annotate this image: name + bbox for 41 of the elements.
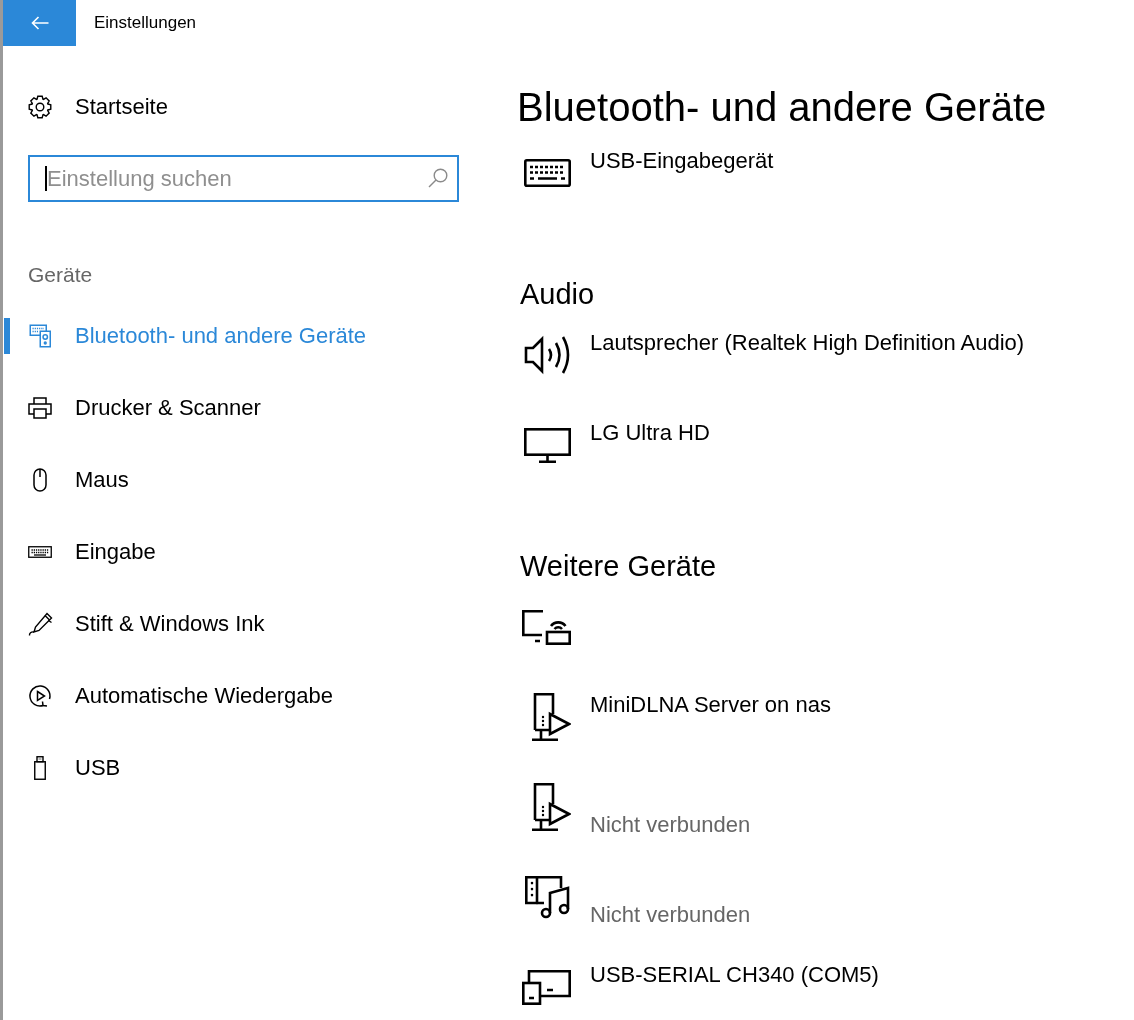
usb-drive-icon bbox=[34, 756, 46, 780]
back-button[interactable] bbox=[3, 0, 76, 46]
nav-item[interactable]: Maus bbox=[4, 462, 474, 498]
nav-item[interactable]: USB bbox=[4, 750, 474, 786]
nav-item[interactable]: Drucker & Scanner bbox=[4, 390, 474, 426]
search-icon[interactable] bbox=[428, 168, 448, 188]
monitor-wireless-icon bbox=[522, 609, 571, 645]
window-title: Einstellungen bbox=[94, 12, 197, 34]
device-item[interactable]: Lautsprecher (Realtek High Definition Audio) bbox=[522, 328, 1082, 388]
media-server-icon bbox=[531, 693, 571, 741]
section-heading: Audio bbox=[520, 277, 595, 312]
monitor-icon bbox=[524, 427, 571, 463]
device-item[interactable]: USB-SERIAL CH340 (COM5) bbox=[522, 960, 1082, 1020]
back-arrow-icon bbox=[30, 16, 49, 30]
nav-item[interactable]: Eingabe bbox=[4, 534, 474, 570]
media-server-icon bbox=[531, 783, 571, 831]
section-heading: Weitere Geräte bbox=[520, 549, 717, 584]
device-item[interactable]: Nicht verbunden bbox=[522, 780, 1082, 840]
printer-icon bbox=[28, 397, 52, 419]
nav-item[interactable]: Bluetooth- und andere Geräte bbox=[4, 318, 474, 354]
page-title: Bluetooth- und andere Geräte bbox=[517, 84, 1047, 130]
device-item[interactable]: LG Ultra HD bbox=[522, 418, 1082, 478]
keyboard-icon bbox=[28, 546, 52, 558]
nav-item[interactable]: Stift & Windows Ink bbox=[4, 606, 474, 642]
play-circle-icon bbox=[28, 684, 52, 708]
search-field[interactable]: Einstellung suchen bbox=[28, 155, 459, 202]
monitor-phone-icon bbox=[522, 969, 571, 1005]
mouse-icon bbox=[33, 468, 47, 492]
settings-icon bbox=[28, 95, 52, 119]
device-item[interactable]: MiniDLNA Server on nas bbox=[522, 690, 1082, 750]
nav-item[interactable]: Automatische Wiedergabe bbox=[4, 678, 474, 714]
speaker-icon bbox=[524, 334, 571, 376]
device-item[interactable]: USB-Eingabegerät bbox=[522, 146, 1082, 206]
keyboard-icon bbox=[524, 159, 571, 187]
home-link[interactable]: Startseite bbox=[28, 87, 168, 127]
pen-icon bbox=[27, 611, 53, 637]
device-item[interactable]: Nicht verbunden bbox=[522, 870, 1082, 930]
film-music-icon bbox=[525, 875, 571, 919]
text-cursor-icon bbox=[45, 166, 47, 191]
keyboard-speaker-icon bbox=[28, 324, 52, 348]
section-heading: Geräte bbox=[28, 262, 93, 288]
